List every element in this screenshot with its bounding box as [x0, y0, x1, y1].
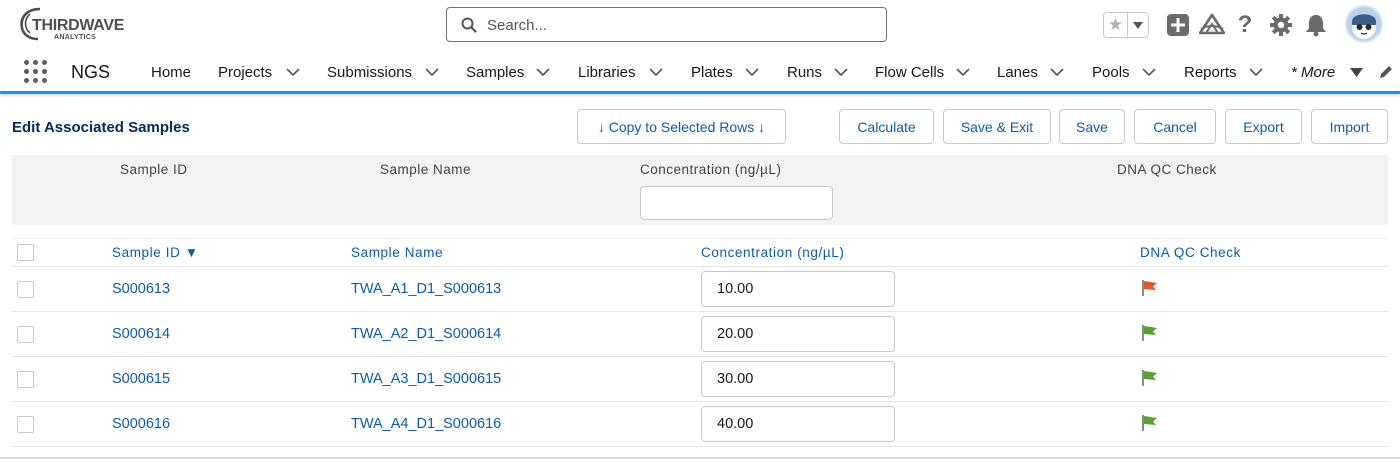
- chevron-down-icon[interactable]: [745, 67, 759, 77]
- table-header-row: Sample ID ▼ Sample Name Concentration (n…: [12, 238, 1388, 267]
- row-checkbox[interactable]: [17, 281, 34, 298]
- nav-item-lanes[interactable]: Lanes: [997, 64, 1038, 81]
- sample-name-link[interactable]: TWA_A4_D1_S000616: [351, 416, 501, 432]
- search-input[interactable]: [487, 12, 867, 38]
- page-title: Edit Associated Samples: [12, 119, 190, 136]
- concentration-input[interactable]: [701, 316, 895, 352]
- app-launcher-icon[interactable]: [24, 60, 48, 84]
- row-checkbox[interactable]: [17, 416, 34, 433]
- filter-label-dna-qc: DNA QC Check: [1117, 162, 1217, 177]
- search-icon: [461, 17, 477, 33]
- concentration-input[interactable]: [701, 361, 895, 397]
- export-button[interactable]: Export: [1225, 109, 1302, 144]
- flag-icon: [1142, 280, 1157, 296]
- bell-icon[interactable]: [1303, 12, 1329, 38]
- nav-item-pools[interactable]: Pools: [1092, 64, 1130, 81]
- sample-id-link[interactable]: S000616: [112, 416, 170, 432]
- concentration-input[interactable]: [701, 406, 895, 442]
- nav-item-reports[interactable]: Reports: [1184, 64, 1237, 81]
- filter-label-concentration: Concentration (ng/µL): [640, 162, 782, 177]
- logo-subtext: ANALYTICS: [54, 34, 97, 41]
- trailhead-icon[interactable]: [1199, 12, 1225, 38]
- chevron-down-icon[interactable]: [834, 67, 848, 77]
- sample-name-link[interactable]: TWA_A1_D1_S000613: [351, 281, 501, 297]
- column-header-concentration[interactable]: Concentration (ng/µL): [701, 245, 844, 260]
- column-header-dna-qc[interactable]: DNA QC Check: [1140, 245, 1241, 260]
- gear-icon[interactable]: [1268, 12, 1294, 38]
- filter-label-sample-name: Sample Name: [380, 162, 472, 177]
- favorites-group: ★: [1103, 12, 1149, 38]
- sample-id-link[interactable]: S000613: [112, 281, 170, 297]
- flag-icon: [1142, 325, 1157, 341]
- select-all-checkbox[interactable]: [17, 244, 34, 261]
- nav-item-runs[interactable]: Runs: [787, 64, 822, 81]
- sample-name-link[interactable]: TWA_A2_D1_S000614: [351, 326, 501, 342]
- nav-item-samples[interactable]: Samples: [466, 64, 524, 81]
- bulk-concentration-input[interactable]: [640, 186, 833, 220]
- chevron-down-icon[interactable]: [649, 67, 663, 77]
- page-bottom-divider: [0, 457, 1400, 459]
- add-icon[interactable]: [1165, 12, 1191, 38]
- global-search[interactable]: [446, 7, 887, 42]
- cancel-button[interactable]: Cancel: [1134, 109, 1216, 144]
- save-exit-button[interactable]: Save & Exit: [943, 109, 1051, 144]
- nav-item-projects[interactable]: Projects: [218, 64, 272, 81]
- company-logo[interactable]: THIRDWAVE ANALYTICS: [18, 6, 128, 44]
- chevron-down-icon[interactable]: [1249, 67, 1263, 77]
- table-row: S000614 TWA_A2_D1_S000614: [12, 312, 1388, 357]
- chevron-down-icon[interactable]: [286, 67, 300, 77]
- nav-item-flow-cells[interactable]: Flow Cells: [875, 64, 944, 81]
- table-row: S000616 TWA_A4_D1_S000616: [12, 402, 1388, 447]
- star-icon[interactable]: ★: [1104, 13, 1128, 37]
- table-row: S000613 TWA_A1_D1_S000613: [12, 267, 1388, 312]
- chevron-down-icon[interactable]: [1350, 68, 1363, 77]
- bulk-edit-panel: Sample ID Sample Name Concentration (ng/…: [12, 155, 1388, 225]
- column-header-sample-name[interactable]: Sample Name: [351, 245, 443, 260]
- chevron-down-icon[interactable]: [425, 67, 439, 77]
- row-checkbox[interactable]: [17, 371, 34, 388]
- global-header: THIRDWAVE ANALYTICS ★ ?: [0, 0, 1400, 50]
- import-button[interactable]: Import: [1311, 109, 1388, 144]
- chevron-down-icon[interactable]: [956, 67, 970, 77]
- sample-id-link[interactable]: S000615: [112, 371, 170, 387]
- flag-icon: [1142, 370, 1157, 386]
- chevron-down-icon[interactable]: [1142, 67, 1156, 77]
- nav-more[interactable]: * More: [1291, 64, 1335, 81]
- nav-item-libraries[interactable]: Libraries: [578, 64, 636, 81]
- chevron-down-icon[interactable]: [536, 67, 550, 77]
- nav-item-plates[interactable]: Plates: [691, 64, 733, 81]
- sample-name-link[interactable]: TWA_A3_D1_S000615: [351, 371, 501, 387]
- nav-item-home[interactable]: Home: [151, 64, 191, 81]
- sample-id-link[interactable]: S000614: [112, 326, 170, 342]
- chevron-down-icon[interactable]: [1050, 67, 1064, 77]
- app-name: NGS: [71, 62, 111, 82]
- avatar[interactable]: [1345, 5, 1383, 43]
- filter-label-sample-id: Sample ID: [120, 162, 188, 177]
- favorites-dropdown[interactable]: [1128, 13, 1148, 37]
- pencil-icon[interactable]: [1378, 64, 1394, 80]
- copy-to-selected-rows-button[interactable]: ↓ Copy to Selected Rows ↓: [577, 109, 786, 144]
- help-icon[interactable]: ?: [1232, 11, 1258, 38]
- chevron-down-icon: [1133, 21, 1143, 29]
- row-checkbox[interactable]: [17, 326, 34, 343]
- main-content: Edit Associated Samples ↓ Copy to Select…: [0, 97, 1400, 469]
- save-button[interactable]: Save: [1059, 109, 1125, 144]
- concentration-input[interactable]: [701, 271, 895, 307]
- column-header-sample-id[interactable]: Sample ID ▼: [112, 245, 199, 260]
- table-row: S000615 TWA_A3_D1_S000615: [12, 357, 1388, 402]
- app-nav-bar: NGS Home Projects Submissions Samples Li…: [0, 50, 1400, 94]
- flag-icon: [1142, 415, 1157, 431]
- nav-item-submissions[interactable]: Submissions: [327, 64, 412, 81]
- calculate-button[interactable]: Calculate: [839, 109, 934, 144]
- samples-table: Sample ID ▼ Sample Name Concentration (n…: [12, 238, 1388, 447]
- logo-text: THIRDWAVE: [32, 17, 125, 34]
